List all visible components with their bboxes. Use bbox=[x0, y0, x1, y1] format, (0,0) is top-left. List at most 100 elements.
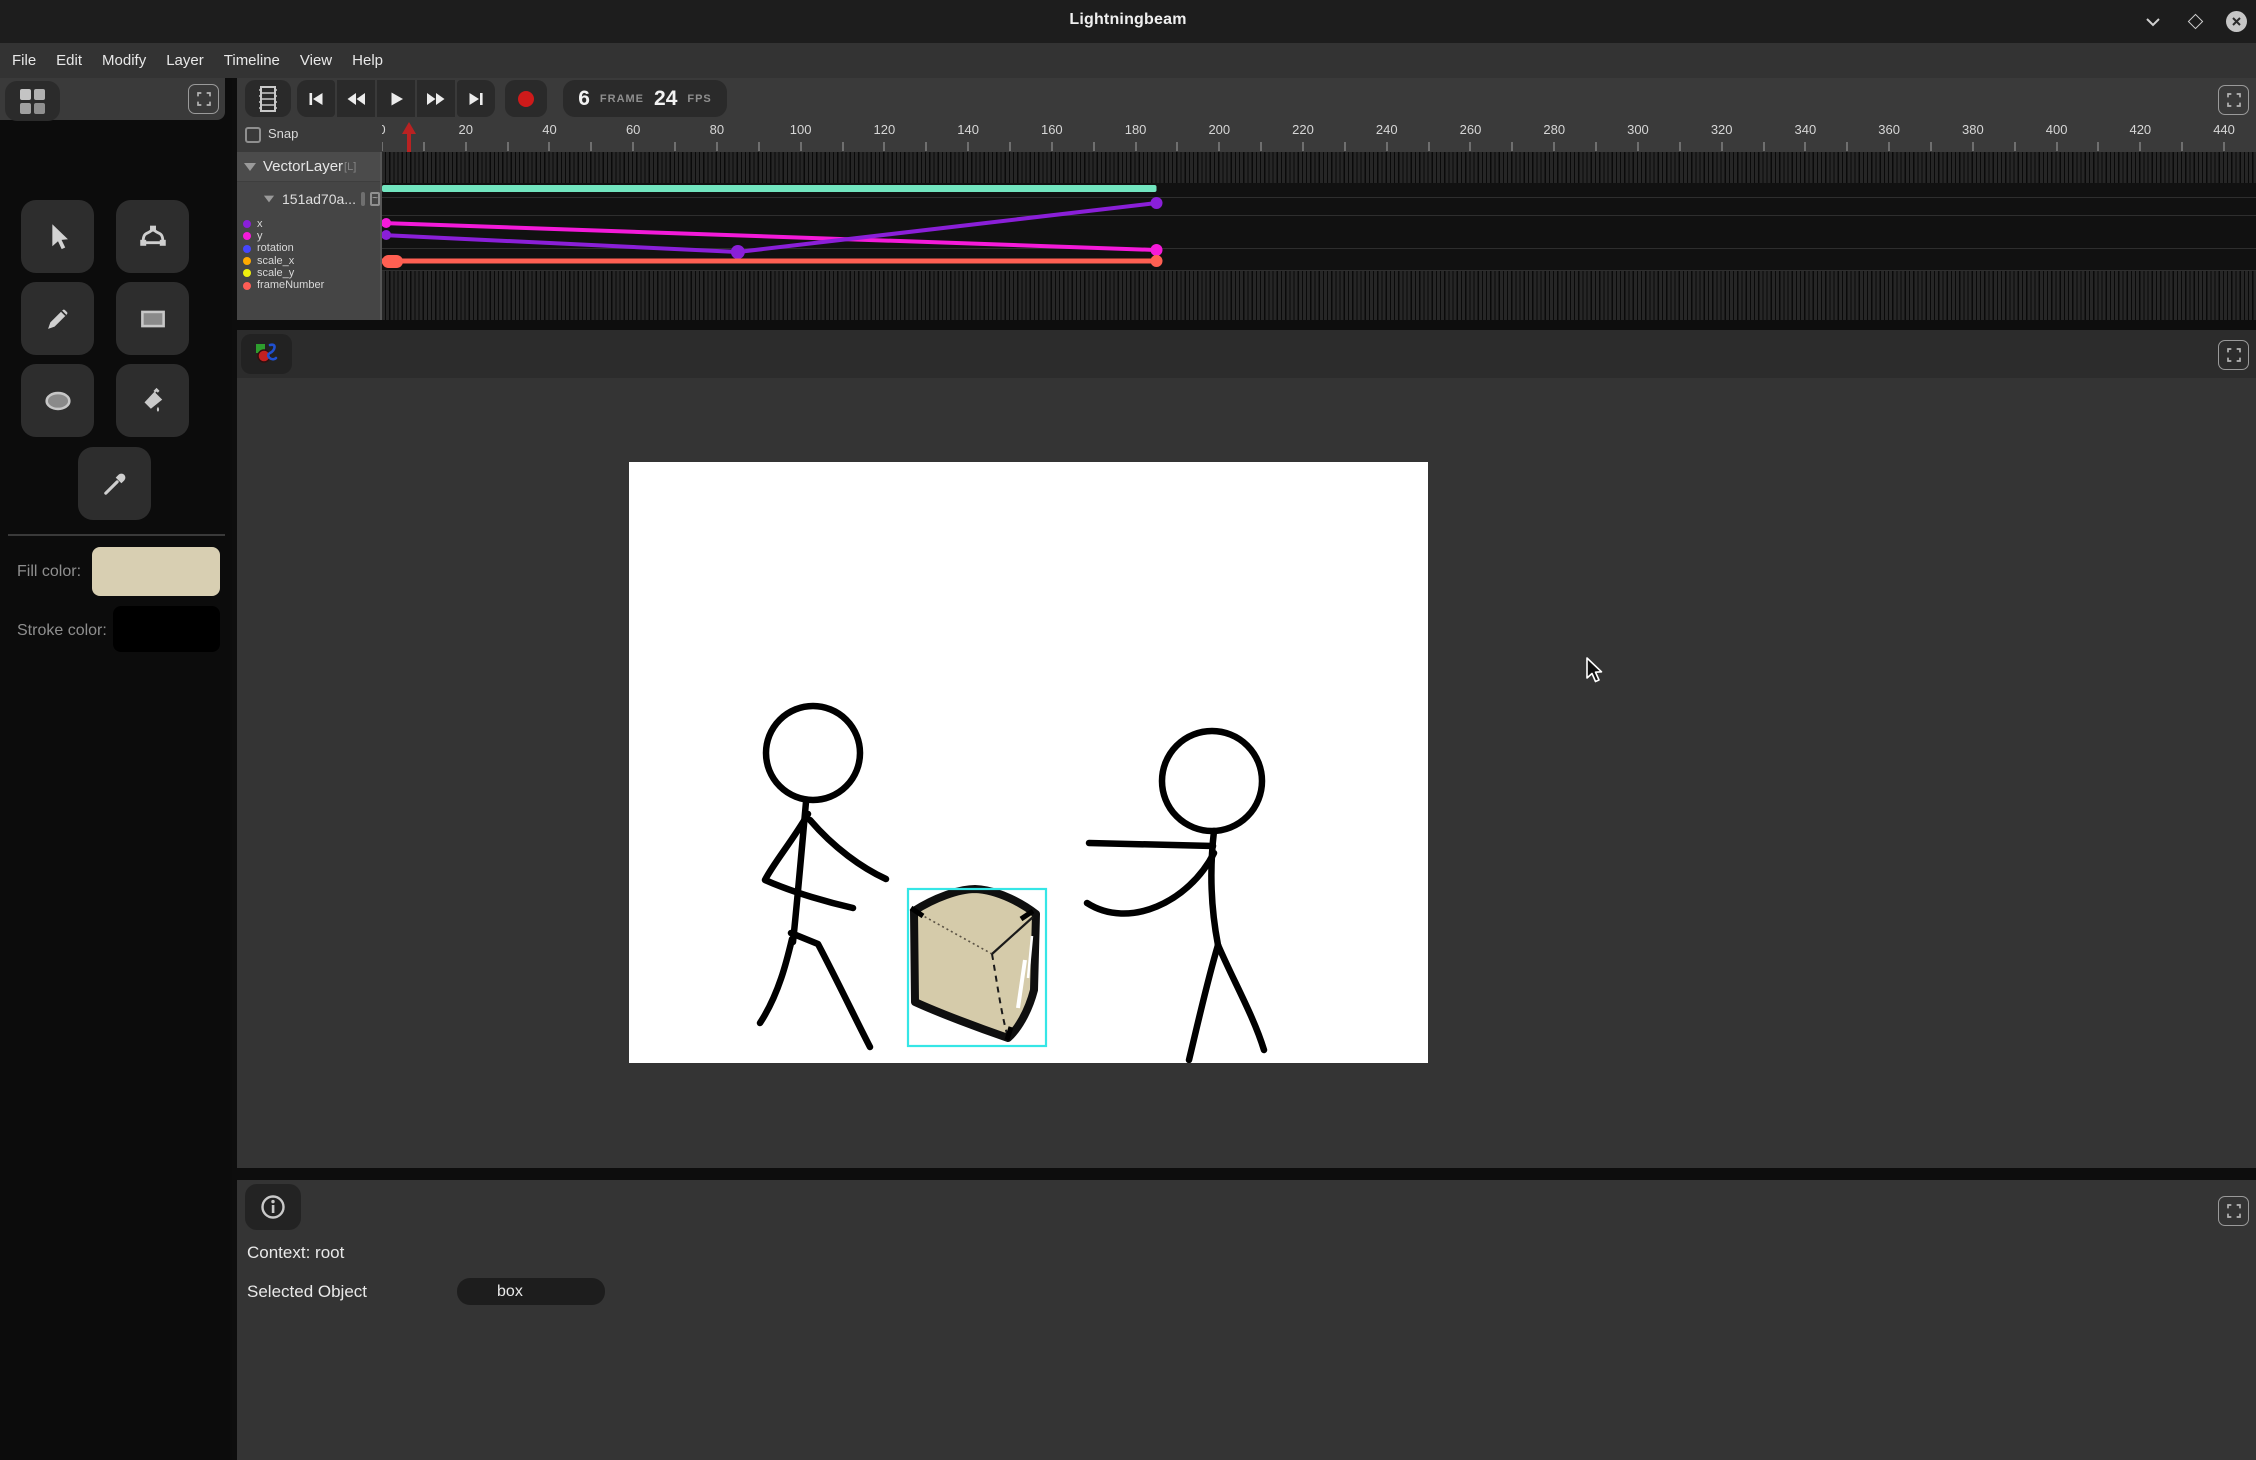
object-curve-toggle[interactable]: ~ bbox=[370, 192, 380, 206]
frame-counter[interactable]: 6 FRAME 24 FPS bbox=[563, 80, 727, 117]
property-row-x[interactable]: x bbox=[243, 218, 324, 230]
selected-object-label: Selected Object bbox=[247, 1282, 367, 1302]
expand-icon bbox=[2226, 92, 2242, 108]
close-button[interactable] bbox=[2218, 0, 2254, 43]
menu-view[interactable]: View bbox=[300, 50, 332, 71]
ruler-tick bbox=[1386, 142, 1388, 151]
stage-expand-button[interactable] bbox=[2218, 340, 2249, 370]
playback-controls bbox=[297, 80, 495, 117]
object-visibility-toggle[interactable] bbox=[361, 192, 365, 206]
ruler-frame-label: 380 bbox=[1962, 122, 1984, 137]
pencil-icon bbox=[41, 302, 75, 336]
y-curve[interactable] bbox=[382, 223, 1157, 250]
property-row-rotation[interactable]: rotation bbox=[243, 243, 324, 255]
y-color-dot bbox=[243, 232, 251, 240]
title-bar: Lightningbeam bbox=[0, 0, 2256, 43]
info-button[interactable] bbox=[245, 1184, 301, 1230]
ruler-tick bbox=[2139, 142, 2141, 151]
eyedropper-tool-button[interactable] bbox=[78, 447, 151, 520]
context-label: Context: root bbox=[247, 1243, 344, 1263]
rectangle-tool-button[interactable] bbox=[116, 282, 189, 355]
layer-name: VectorLayer bbox=[263, 158, 343, 175]
object-row[interactable]: 151ad70a... ~ bbox=[237, 184, 380, 214]
menu-layer[interactable]: Layer bbox=[166, 50, 204, 71]
property-row-scale-y[interactable]: scale_y bbox=[243, 267, 324, 279]
menu-modify[interactable]: Modify bbox=[102, 50, 146, 71]
tool-sidebar: Fill color: Stroke color: bbox=[0, 78, 232, 1460]
film-strip-icon bbox=[258, 86, 278, 112]
framenumber-color-dot bbox=[243, 282, 251, 290]
x-keyframe-dot[interactable] bbox=[731, 245, 745, 259]
context-expand-button[interactable] bbox=[2218, 1196, 2249, 1226]
mouse-cursor bbox=[1584, 656, 1606, 686]
collapse-triangle-icon[interactable] bbox=[264, 196, 274, 203]
object-id: 151ad70a... bbox=[282, 191, 356, 207]
menu-timeline[interactable]: Timeline bbox=[224, 50, 280, 71]
sidebar-expand-button[interactable] bbox=[188, 84, 219, 114]
ruler-tick bbox=[1135, 142, 1137, 151]
transform-tool-button[interactable] bbox=[116, 200, 189, 273]
property-list: x y rotation scale_x scale_y frameNumber bbox=[243, 218, 324, 292]
frameNumber-start-cap[interactable] bbox=[382, 255, 403, 268]
frameNumber-keyframe-dot[interactable] bbox=[1151, 255, 1163, 267]
expand-icon bbox=[2226, 1203, 2242, 1219]
rewind-button[interactable] bbox=[337, 80, 375, 117]
eyedropper-icon bbox=[98, 467, 132, 501]
menu-file[interactable]: File bbox=[12, 50, 36, 71]
selected-object-field[interactable]: box bbox=[457, 1278, 605, 1305]
record-button[interactable] bbox=[505, 80, 547, 117]
paint-bucket-tool-button[interactable] bbox=[116, 364, 189, 437]
ruler-tick bbox=[1595, 142, 1597, 151]
ruler-frame-label: 80 bbox=[710, 122, 724, 137]
playhead[interactable] bbox=[401, 122, 417, 152]
ruler-tick bbox=[1637, 142, 1639, 151]
maximize-button[interactable] bbox=[2180, 0, 2210, 43]
skip-to-end-button[interactable] bbox=[457, 80, 495, 117]
ellipse-tool-button[interactable] bbox=[21, 364, 94, 437]
menu-edit[interactable]: Edit bbox=[56, 50, 82, 71]
object-span-bar[interactable] bbox=[382, 185, 1157, 192]
timeline-expand-button[interactable] bbox=[2218, 85, 2249, 115]
info-icon bbox=[260, 1194, 286, 1220]
panel-grid-button[interactable] bbox=[5, 81, 60, 121]
skip-to-start-button[interactable] bbox=[297, 80, 335, 117]
collapse-triangle-icon[interactable] bbox=[244, 163, 256, 171]
ruler-frame-label: 420 bbox=[2129, 122, 2151, 137]
minimize-button[interactable] bbox=[2138, 0, 2168, 43]
pencil-tool-button[interactable] bbox=[21, 282, 94, 355]
layer-row-vectorlayer[interactable]: VectorLayer [L] bbox=[237, 152, 380, 182]
current-frame-value: 6 bbox=[578, 87, 590, 111]
fill-color-swatch[interactable] bbox=[92, 547, 220, 596]
timeline-tracks[interactable] bbox=[382, 152, 2256, 320]
snap-checkbox[interactable] bbox=[245, 127, 261, 143]
drawing-canvas[interactable] bbox=[629, 462, 1428, 1063]
y-keyframe-dot[interactable] bbox=[382, 218, 391, 228]
stroke-color-swatch[interactable] bbox=[113, 606, 220, 652]
animation-curves[interactable] bbox=[382, 152, 2256, 320]
film-button[interactable] bbox=[245, 80, 291, 117]
property-row-framenumber[interactable]: frameNumber bbox=[243, 279, 324, 291]
fast-forward-button[interactable] bbox=[417, 80, 455, 117]
stroke-color-label: Stroke color: bbox=[17, 622, 107, 640]
y-keyframe-dot[interactable] bbox=[1151, 244, 1163, 256]
stage-area[interactable] bbox=[237, 378, 2256, 1168]
context-panel: Context: root Selected Object box bbox=[237, 1180, 2256, 1460]
paint-bucket-icon bbox=[136, 384, 170, 418]
scale-y-color-dot bbox=[243, 269, 251, 277]
play-button[interactable] bbox=[377, 80, 415, 117]
ruler-tick bbox=[1888, 142, 1890, 151]
ruler-tick bbox=[1511, 142, 1513, 151]
x-keyframe-dot[interactable] bbox=[1151, 197, 1163, 209]
select-tool-button[interactable] bbox=[21, 200, 94, 273]
ruler-tick bbox=[590, 142, 592, 151]
timeline-ruler[interactable]: Snap 02040608010012014016018020022024026… bbox=[237, 118, 2256, 152]
property-row-scale-x[interactable]: scale_x bbox=[243, 255, 324, 267]
ruler-frame-label: 240 bbox=[1376, 122, 1398, 137]
property-row-y[interactable]: y bbox=[243, 230, 324, 242]
x-keyframe-dot[interactable] bbox=[382, 230, 391, 240]
rewind-icon bbox=[345, 89, 367, 109]
menu-help[interactable]: Help bbox=[352, 50, 383, 71]
ruler-frame-label: 40 bbox=[542, 122, 556, 137]
shapes-mode-button[interactable] bbox=[241, 334, 292, 374]
ruler-frame-label: 0 bbox=[382, 122, 386, 137]
